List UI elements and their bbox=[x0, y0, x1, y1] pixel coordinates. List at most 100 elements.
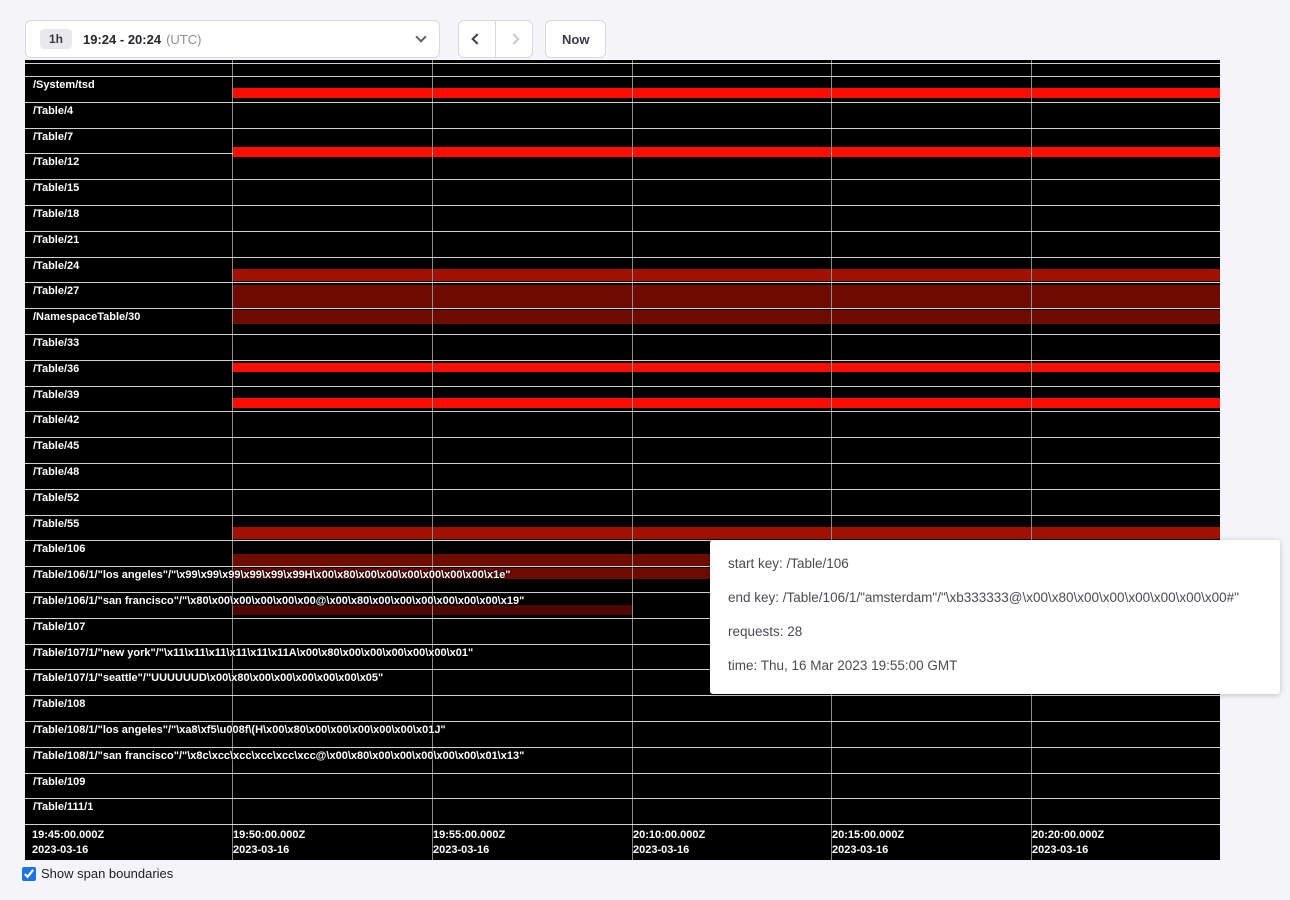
x-axis-tick: 19:50:00.000Z2023-03-16 bbox=[233, 828, 305, 858]
span-row[interactable]: /Table/12 bbox=[25, 153, 1220, 179]
span-label: /Table/108 bbox=[33, 698, 85, 710]
heat-cell[interactable] bbox=[1032, 398, 1220, 408]
chevron-right-icon bbox=[508, 33, 519, 44]
heat-cell[interactable] bbox=[233, 269, 432, 281]
x-axis-tick: 20:20:00.000Z2023-03-16 bbox=[1032, 828, 1104, 858]
heat-cell[interactable] bbox=[1032, 147, 1220, 157]
span-row[interactable]: /NamespaceTable/30 bbox=[25, 308, 1220, 334]
heat-cell[interactable] bbox=[633, 363, 831, 372]
heat-cell[interactable] bbox=[433, 554, 632, 566]
heat-cell[interactable] bbox=[233, 88, 432, 98]
span-label: /NamespaceTable/30 bbox=[33, 311, 140, 323]
heat-cell[interactable] bbox=[832, 310, 1031, 324]
heat-cell[interactable] bbox=[633, 527, 831, 539]
heat-cell[interactable] bbox=[1032, 269, 1220, 281]
span-label: /Table/108/1/"san francisco"/"\x8c\xcc\x… bbox=[33, 750, 524, 762]
span-row[interactable]: /Table/4 bbox=[25, 102, 1220, 128]
span-label: /Table/39 bbox=[33, 389, 79, 401]
heat-cell[interactable] bbox=[1032, 285, 1220, 308]
heat-cell[interactable] bbox=[433, 147, 632, 157]
span-row[interactable] bbox=[25, 63, 1220, 76]
span-row[interactable]: /Table/18 bbox=[25, 205, 1220, 231]
heat-cell[interactable] bbox=[633, 269, 831, 281]
heat-cell[interactable] bbox=[633, 88, 831, 98]
span-label: /Table/7 bbox=[33, 131, 73, 143]
span-row[interactable]: /Table/21 bbox=[25, 231, 1220, 257]
heat-cell[interactable] bbox=[832, 285, 1031, 308]
heat-cell[interactable] bbox=[832, 88, 1031, 98]
time-range-label: 19:24 - 20:24 bbox=[83, 32, 161, 47]
heat-cell[interactable] bbox=[233, 527, 432, 539]
tooltip-start-key: start key: /Table/106 bbox=[728, 554, 1262, 574]
span-label: /Table/45 bbox=[33, 440, 79, 452]
time-range-select[interactable]: 1h 19:24 - 20:24 (UTC) bbox=[25, 20, 440, 58]
span-label: /Table/18 bbox=[33, 208, 79, 220]
tooltip-end-key: end key: /Table/106/1/"amsterdam"/"\xb33… bbox=[728, 588, 1262, 608]
span-row[interactable]: /Table/108 bbox=[25, 695, 1220, 721]
footer: Show span boundaries bbox=[22, 866, 173, 881]
heat-cell[interactable] bbox=[633, 398, 831, 408]
span-row[interactable]: /Table/48 bbox=[25, 463, 1220, 489]
key-visualizer-page: 1h 19:24 - 20:24 (UTC) Now /System/tsd/T… bbox=[0, 0, 1290, 900]
heat-cell[interactable] bbox=[233, 554, 432, 566]
span-boundary-line bbox=[25, 824, 1220, 825]
span-row[interactable]: /Table/45 bbox=[25, 437, 1220, 463]
span-label: /Table/4 bbox=[33, 105, 73, 117]
heat-cell[interactable] bbox=[1032, 310, 1220, 324]
span-row[interactable]: /Table/52 bbox=[25, 489, 1220, 515]
heat-cell[interactable] bbox=[633, 147, 831, 157]
now-button[interactable]: Now bbox=[545, 20, 606, 58]
span-row[interactable]: /Table/7 bbox=[25, 128, 1220, 154]
heat-cell[interactable] bbox=[1032, 363, 1220, 372]
heat-cell[interactable] bbox=[233, 310, 432, 324]
span-row[interactable]: /Table/24 bbox=[25, 257, 1220, 283]
span-row[interactable]: /Table/108/1/"los angeles"/"\xa8\xf5\u00… bbox=[25, 721, 1220, 747]
heat-cell[interactable] bbox=[633, 310, 831, 324]
span-row[interactable]: /Table/55 bbox=[25, 515, 1220, 541]
heat-cell[interactable] bbox=[233, 285, 432, 308]
span-row[interactable]: /Table/36 bbox=[25, 360, 1220, 386]
next-time-button[interactable] bbox=[495, 20, 533, 58]
heat-cell[interactable] bbox=[832, 363, 1031, 372]
span-row[interactable]: /Table/27 bbox=[25, 282, 1220, 308]
span-row[interactable]: /Table/109 bbox=[25, 773, 1220, 799]
span-row[interactable]: /Table/33 bbox=[25, 334, 1220, 360]
span-label: /Table/107/1/"new york"/"\x11\x11\x11\x1… bbox=[33, 647, 473, 659]
heat-cell[interactable] bbox=[233, 363, 432, 372]
heat-cell[interactable] bbox=[233, 147, 432, 157]
x-axis-tick: 19:45:00.000Z2023-03-16 bbox=[32, 828, 104, 858]
show-span-boundaries-checkbox[interactable] bbox=[22, 867, 36, 881]
heat-cell[interactable] bbox=[433, 88, 632, 98]
span-label: /Table/27 bbox=[33, 285, 79, 297]
heat-cell[interactable] bbox=[832, 398, 1031, 408]
span-label: /System/tsd bbox=[33, 79, 95, 91]
heat-cell[interactable] bbox=[433, 269, 632, 281]
heat-cell[interactable] bbox=[832, 269, 1031, 281]
heat-cell[interactable] bbox=[1032, 88, 1220, 98]
heat-cell[interactable] bbox=[1032, 527, 1220, 539]
heat-cell[interactable] bbox=[433, 398, 632, 408]
span-row[interactable]: /Table/15 bbox=[25, 179, 1220, 205]
span-row[interactable]: /Table/111/1 bbox=[25, 798, 1220, 824]
heat-cell[interactable] bbox=[832, 527, 1031, 539]
span-label: /Table/106/1/"los angeles"/"\x99\x99\x99… bbox=[33, 569, 511, 581]
prev-time-button[interactable] bbox=[458, 20, 496, 58]
heat-cell[interactable] bbox=[233, 398, 432, 408]
heat-cell[interactable] bbox=[633, 285, 831, 308]
heat-cell[interactable] bbox=[433, 527, 632, 539]
span-row[interactable]: /System/tsd bbox=[25, 76, 1220, 102]
span-label: /Table/21 bbox=[33, 234, 79, 246]
heat-cell[interactable] bbox=[832, 147, 1031, 157]
heat-cell[interactable] bbox=[433, 363, 632, 372]
heat-cell[interactable] bbox=[433, 310, 632, 324]
span-label: /Table/24 bbox=[33, 260, 79, 272]
heat-cell[interactable] bbox=[433, 285, 632, 308]
key-visualizer-canvas[interactable]: /System/tsd/Table/4/Table/7/Table/12/Tab… bbox=[25, 60, 1220, 860]
span-label: /Table/106 bbox=[33, 543, 85, 555]
span-row[interactable]: /Table/108/1/"san francisco"/"\x8c\xcc\x… bbox=[25, 747, 1220, 773]
span-label: /Table/48 bbox=[33, 466, 79, 478]
tooltip-time: time: Thu, 16 Mar 2023 19:55:00 GMT bbox=[728, 656, 1262, 676]
span-row[interactable]: /Table/42 bbox=[25, 411, 1220, 437]
span-label: /Table/12 bbox=[33, 156, 79, 168]
span-row[interactable]: /Table/39 bbox=[25, 386, 1220, 412]
